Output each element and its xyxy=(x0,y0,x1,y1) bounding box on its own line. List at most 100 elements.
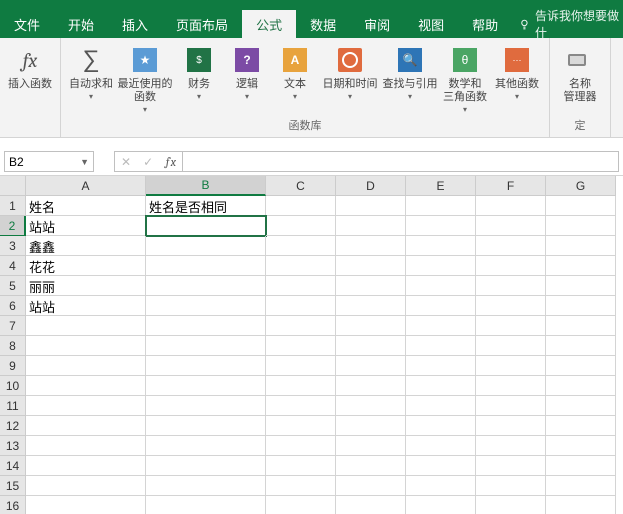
lookup-button[interactable]: 🔍 查找与引用 ▾ xyxy=(381,42,439,101)
cell-C9[interactable] xyxy=(266,356,336,376)
cell-B16[interactable] xyxy=(146,496,266,514)
cell-E12[interactable] xyxy=(406,416,476,436)
cell-C16[interactable] xyxy=(266,496,336,514)
cancel-icon[interactable]: ✕ xyxy=(121,155,131,169)
cell-B14[interactable] xyxy=(146,456,266,476)
cell-A3[interactable]: 鑫鑫 xyxy=(26,236,146,256)
tab-home[interactable]: 开始 xyxy=(54,10,108,38)
recent-functions-button[interactable]: ★ 最近使用的 函数 ▾ xyxy=(115,42,175,114)
cell-E10[interactable] xyxy=(406,376,476,396)
cell-A14[interactable] xyxy=(26,456,146,476)
cell-B5[interactable] xyxy=(146,276,266,296)
cell-A8[interactable] xyxy=(26,336,146,356)
cell-G3[interactable] xyxy=(546,236,616,256)
tab-insert[interactable]: 插入 xyxy=(108,10,162,38)
insert-function-button[interactable]: fx 插入函数 xyxy=(6,42,54,91)
cell-C10[interactable] xyxy=(266,376,336,396)
cell-F2[interactable] xyxy=(476,216,546,236)
column-header-E[interactable]: E xyxy=(406,176,476,196)
cell-D3[interactable] xyxy=(336,236,406,256)
cell-A5[interactable]: 丽丽 xyxy=(26,276,146,296)
row-header-3[interactable]: 3 xyxy=(0,236,26,256)
cell-G4[interactable] xyxy=(546,256,616,276)
cell-D10[interactable] xyxy=(336,376,406,396)
cell-D2[interactable] xyxy=(336,216,406,236)
cell-A11[interactable] xyxy=(26,396,146,416)
cell-E16[interactable] xyxy=(406,496,476,514)
text-button[interactable]: A 文本 ▾ xyxy=(271,42,319,101)
cell-B6[interactable] xyxy=(146,296,266,316)
name-box[interactable]: ▼ xyxy=(4,151,94,172)
row-header-9[interactable]: 9 xyxy=(0,356,26,376)
cell-F12[interactable] xyxy=(476,416,546,436)
cell-A1[interactable]: 姓名 xyxy=(26,196,146,216)
cell-A6[interactable]: 站站 xyxy=(26,296,146,316)
row-header-11[interactable]: 11 xyxy=(0,396,26,416)
worksheet-grid[interactable]: ABCDEFG 12345678910111213141516 姓名姓名是否相同… xyxy=(0,176,623,514)
cell-E7[interactable] xyxy=(406,316,476,336)
cell-G15[interactable] xyxy=(546,476,616,496)
cell-E14[interactable] xyxy=(406,456,476,476)
row-header-16[interactable]: 16 xyxy=(0,496,26,514)
datetime-button[interactable]: 日期和时间 ▾ xyxy=(319,42,381,101)
cell-F8[interactable] xyxy=(476,336,546,356)
row-header-8[interactable]: 8 xyxy=(0,336,26,356)
cell-C1[interactable] xyxy=(266,196,336,216)
cell-G9[interactable] xyxy=(546,356,616,376)
cell-B8[interactable] xyxy=(146,336,266,356)
cell-B9[interactable] xyxy=(146,356,266,376)
cell-F3[interactable] xyxy=(476,236,546,256)
cell-D4[interactable] xyxy=(336,256,406,276)
tab-data[interactable]: 数据 xyxy=(296,10,350,38)
row-header-15[interactable]: 15 xyxy=(0,476,26,496)
cell-E1[interactable] xyxy=(406,196,476,216)
cell-C6[interactable] xyxy=(266,296,336,316)
tab-review[interactable]: 审阅 xyxy=(350,10,404,38)
cell-E9[interactable] xyxy=(406,356,476,376)
cell-C14[interactable] xyxy=(266,456,336,476)
cell-F16[interactable] xyxy=(476,496,546,514)
column-header-G[interactable]: G xyxy=(546,176,616,196)
cell-F11[interactable] xyxy=(476,396,546,416)
cell-D11[interactable] xyxy=(336,396,406,416)
cell-B11[interactable] xyxy=(146,396,266,416)
cell-G12[interactable] xyxy=(546,416,616,436)
column-header-C[interactable]: C xyxy=(266,176,336,196)
cell-C11[interactable] xyxy=(266,396,336,416)
cell-A4[interactable]: 花花 xyxy=(26,256,146,276)
name-manager-button[interactable]: 名称 管理器 xyxy=(556,42,604,104)
cell-F4[interactable] xyxy=(476,256,546,276)
cell-F13[interactable] xyxy=(476,436,546,456)
cell-F10[interactable] xyxy=(476,376,546,396)
cell-G8[interactable] xyxy=(546,336,616,356)
cell-A15[interactable] xyxy=(26,476,146,496)
cell-E5[interactable] xyxy=(406,276,476,296)
cell-B15[interactable] xyxy=(146,476,266,496)
cell-G13[interactable] xyxy=(546,436,616,456)
cell-A9[interactable] xyxy=(26,356,146,376)
name-box-input[interactable] xyxy=(9,155,69,169)
tab-view[interactable]: 视图 xyxy=(404,10,458,38)
cell-G5[interactable] xyxy=(546,276,616,296)
cell-F15[interactable] xyxy=(476,476,546,496)
cell-A12[interactable] xyxy=(26,416,146,436)
fx-icon[interactable]: ƒx xyxy=(165,155,176,169)
cell-E6[interactable] xyxy=(406,296,476,316)
cell-C7[interactable] xyxy=(266,316,336,336)
cell-E15[interactable] xyxy=(406,476,476,496)
select-all-triangle[interactable] xyxy=(0,176,26,196)
cell-G14[interactable] xyxy=(546,456,616,476)
cell-B4[interactable] xyxy=(146,256,266,276)
cell-E11[interactable] xyxy=(406,396,476,416)
cell-D6[interactable] xyxy=(336,296,406,316)
row-header-2[interactable]: 2 xyxy=(0,216,26,236)
cell-F14[interactable] xyxy=(476,456,546,476)
enter-icon[interactable]: ✓ xyxy=(143,155,153,169)
cell-B3[interactable] xyxy=(146,236,266,256)
cell-B1[interactable]: 姓名是否相同 xyxy=(146,196,266,216)
math-button[interactable]: θ 数学和 三角函数 ▾ xyxy=(439,42,491,114)
tab-formulas[interactable]: 公式 xyxy=(242,10,296,38)
cell-E2[interactable] xyxy=(406,216,476,236)
cell-D14[interactable] xyxy=(336,456,406,476)
cell-D9[interactable] xyxy=(336,356,406,376)
